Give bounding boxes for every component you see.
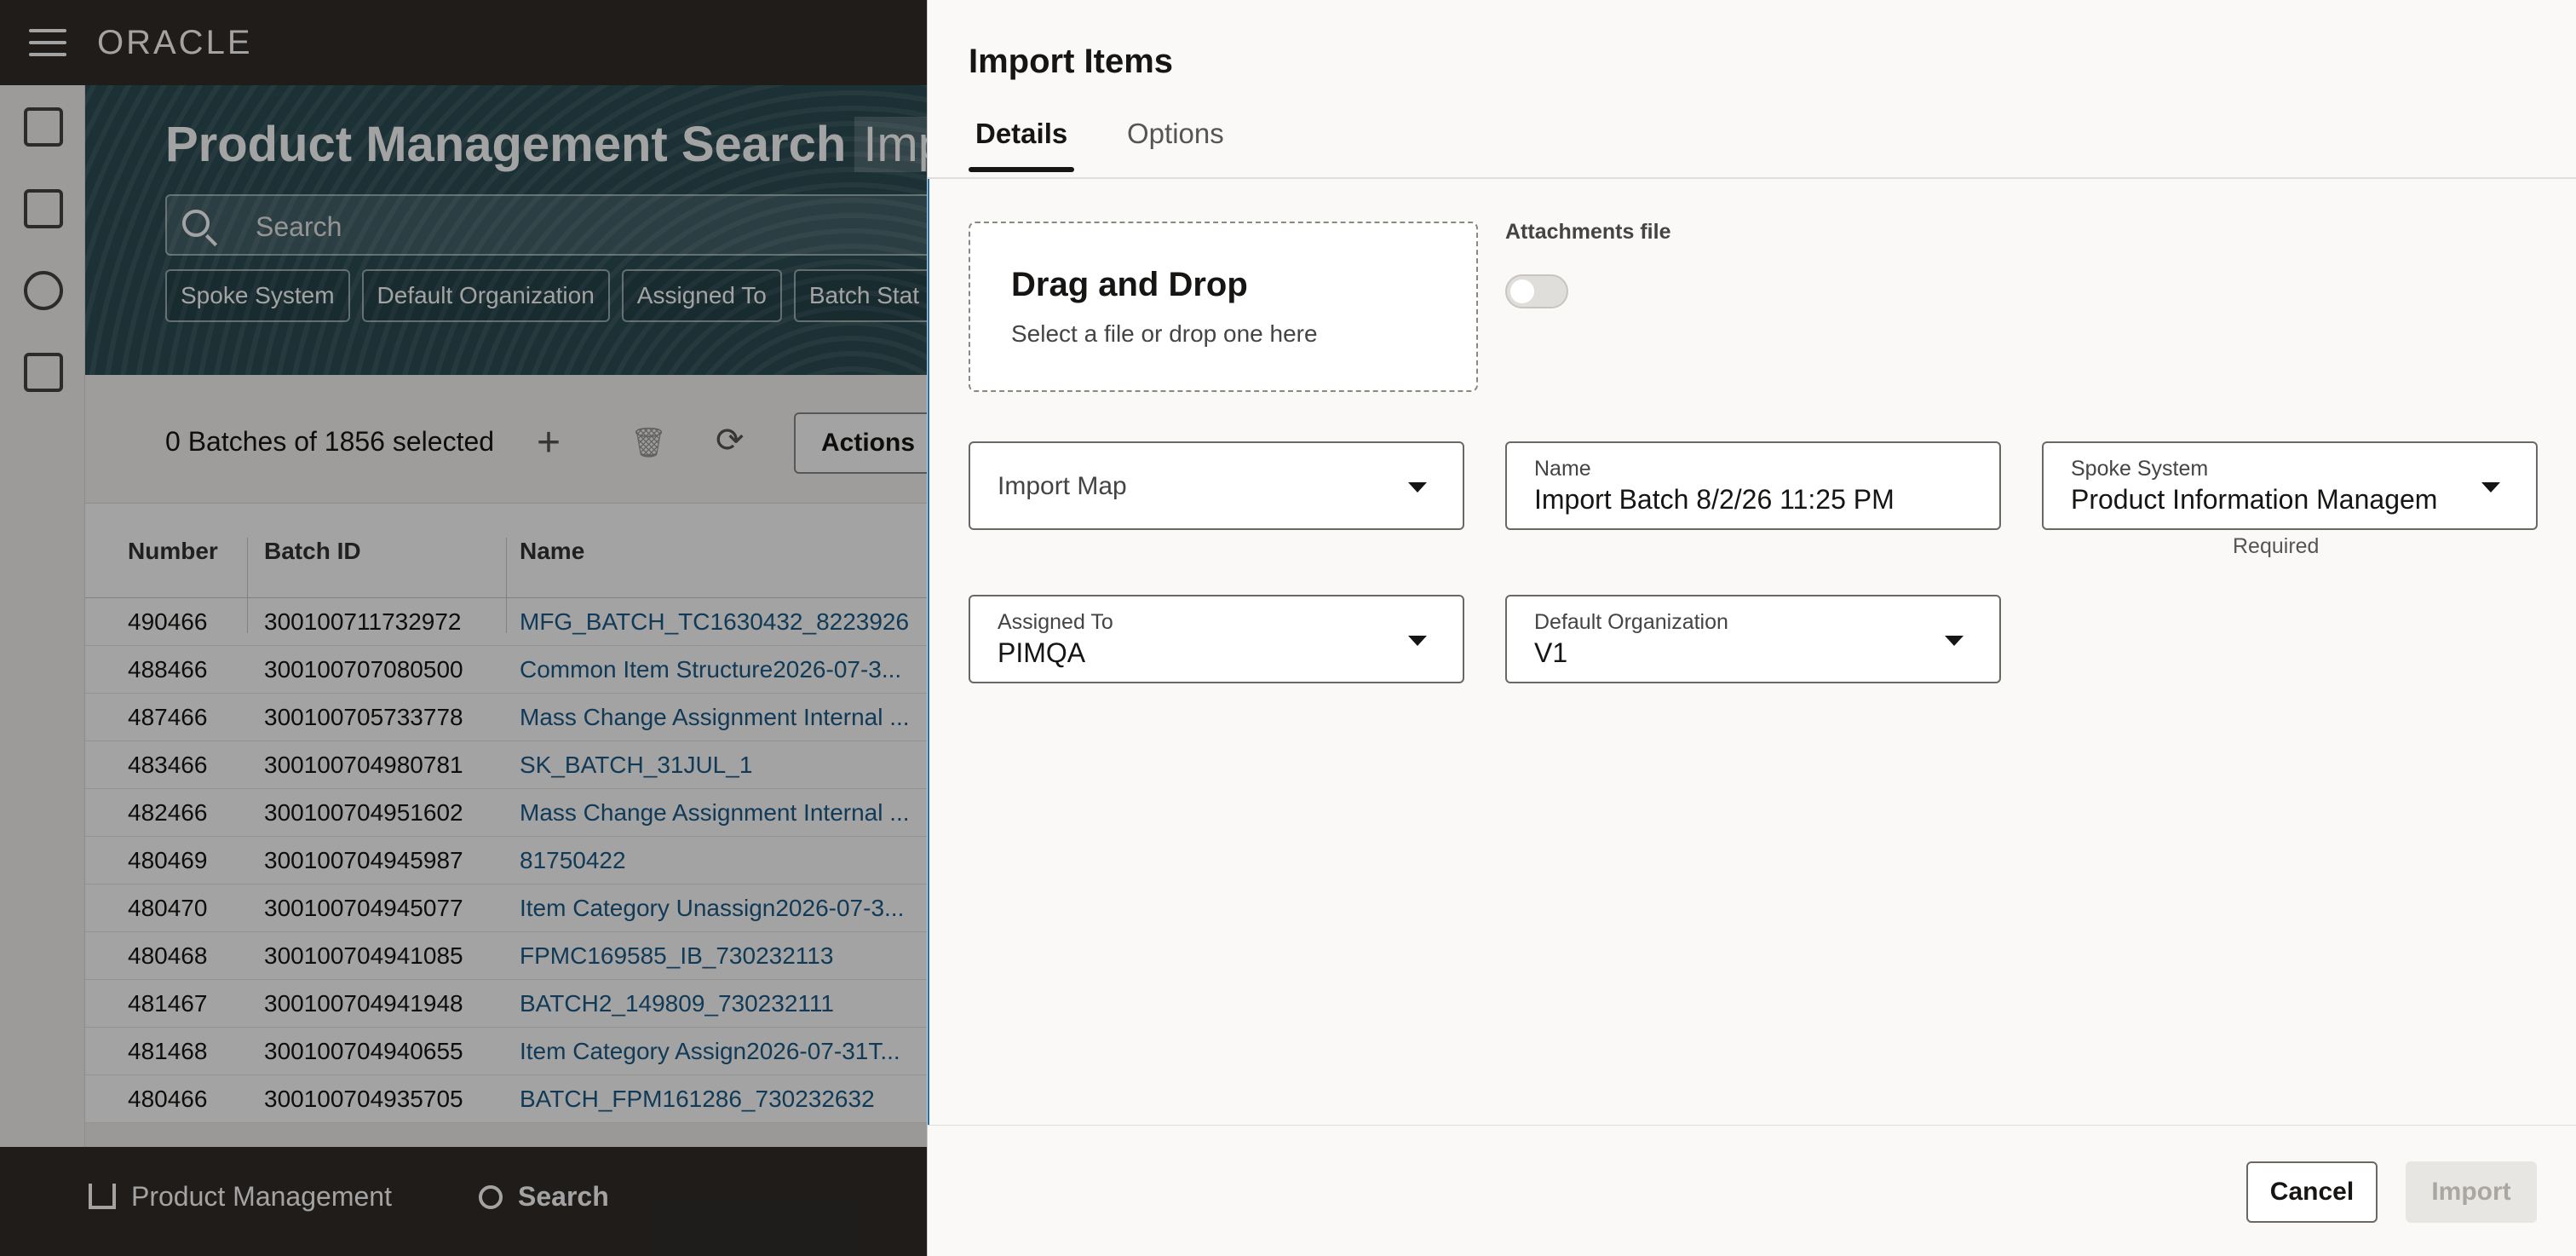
spoke-system-value: Product Information Managem <box>2071 484 2438 515</box>
import-items-drawer: Import Items Details Options Drag and Dr… <box>927 0 2576 1256</box>
spoke-system-label: Spoke System <box>2071 457 2209 481</box>
attachments-toggle[interactable] <box>1505 274 1568 308</box>
import-button[interactable]: Import <box>2406 1161 2537 1223</box>
import-map-select[interactable]: Import Map <box>969 441 1464 530</box>
chevron-down-icon <box>1945 636 1964 646</box>
name-field[interactable]: Name Import Batch 8/2/26 11:25 PM <box>1505 441 2001 530</box>
default-organization-select[interactable]: Default Organization V1 <box>1505 595 2001 683</box>
chevron-down-icon <box>2481 482 2500 493</box>
name-value: Import Batch 8/2/26 11:25 PM <box>1534 484 1895 515</box>
modal-overlay[interactable] <box>0 0 929 1256</box>
dropzone-subtitle: Select a file or drop one here <box>1011 320 1318 347</box>
spoke-system-select[interactable]: Spoke System Product Information Managem <box>2042 441 2538 530</box>
assigned-to-select[interactable]: Assigned To PIMQA <box>969 595 1464 683</box>
assigned-to-value: PIMQA <box>998 637 1086 668</box>
name-label: Name <box>1534 457 1591 481</box>
drawer-title: Import Items <box>969 43 1174 80</box>
tab-options[interactable]: Options <box>1127 118 1224 172</box>
chevron-down-icon <box>1408 636 1427 646</box>
file-dropzone[interactable]: Drag and Drop Select a file or drop one … <box>969 222 1478 392</box>
import-map-placeholder: Import Map <box>998 472 1127 500</box>
tab-details[interactable]: Details <box>968 118 1075 172</box>
assigned-to-label: Assigned To <box>998 610 1113 634</box>
import-map-required: Required <box>2233 534 2320 558</box>
cancel-button[interactable]: Cancel <box>2246 1161 2378 1223</box>
attachments-label: Attachments file <box>1505 220 1671 244</box>
drawer-footer: Cancel Import <box>928 1125 2576 1256</box>
default-organization-label: Default Organization <box>1534 610 1728 634</box>
chevron-down-icon <box>1408 482 1427 493</box>
default-organization-value: V1 <box>1534 637 1568 668</box>
dropzone-title: Drag and Drop <box>1011 266 1248 303</box>
